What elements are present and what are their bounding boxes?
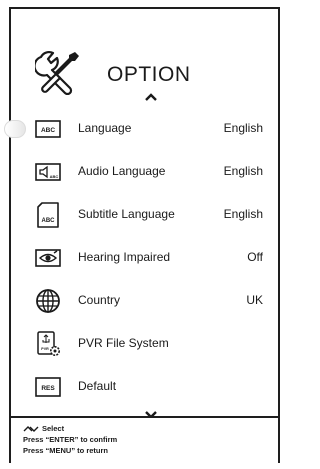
menu-item-pvr-file-system[interactable]: PVR PVR File System bbox=[11, 324, 278, 364]
navigation-arrows-icon bbox=[23, 426, 39, 432]
menu-item-default[interactable]: RES Default bbox=[11, 367, 278, 407]
menu-item-label: Default bbox=[78, 379, 117, 393]
menu-item-label: Hearing Impaired bbox=[78, 250, 171, 264]
menu-item-hearing-impaired[interactable]: Hearing Impaired Off bbox=[11, 238, 278, 278]
tools-icon bbox=[35, 50, 79, 95]
menu-item-language[interactable]: ABC Language English bbox=[4, 109, 278, 149]
menu-item-value: Off bbox=[247, 250, 263, 264]
res-icon: RES bbox=[35, 377, 61, 397]
svg-text:ABC: ABC bbox=[50, 174, 59, 179]
help-footer: Select Press “ENTER” to confirm Press “M… bbox=[11, 416, 278, 463]
menu-item-value: UK bbox=[246, 293, 263, 307]
menu-header: OPTION bbox=[11, 9, 278, 115]
abc-icon: ABC bbox=[35, 120, 61, 138]
menu-item-label: Country bbox=[78, 293, 121, 307]
subtitle-icon: ABC bbox=[37, 202, 59, 228]
menu-item-value: English bbox=[223, 164, 263, 178]
menu-item-audio-language[interactable]: ABC Audio Language English bbox=[11, 152, 278, 192]
select-hint: Select bbox=[42, 424, 65, 433]
return-hint: Press “MENU” to return bbox=[23, 446, 109, 455]
globe-icon bbox=[36, 289, 60, 313]
chevron-up-icon bbox=[145, 93, 157, 101]
menu-item-subtitle-language[interactable]: ABC Subtitle Language English bbox=[11, 195, 278, 235]
option-menu-panel: OPTION ABC Language English ABC Audio La… bbox=[4, 7, 280, 463]
svg-text:ABC: ABC bbox=[42, 218, 56, 224]
svg-text:RES: RES bbox=[41, 385, 55, 392]
menu-item-label: Language bbox=[78, 121, 132, 135]
svg-text:PVR: PVR bbox=[41, 347, 49, 351]
menu-item-label: PVR File System bbox=[78, 336, 169, 350]
selection-highlight bbox=[4, 120, 26, 138]
menu-item-value: English bbox=[223, 121, 263, 135]
menu-item-label: Audio Language bbox=[78, 164, 166, 178]
confirm-hint: Press “ENTER” to confirm bbox=[23, 435, 118, 444]
menu-title: OPTION bbox=[107, 63, 191, 86]
audio-language-icon: ABC bbox=[35, 163, 61, 181]
menu-item-label: Subtitle Language bbox=[78, 207, 175, 221]
usb-drive-icon: PVR bbox=[37, 331, 60, 356]
eye-icon bbox=[35, 249, 61, 267]
svg-text:ABC: ABC bbox=[41, 127, 55, 134]
menu-item-country[interactable]: Country UK bbox=[11, 281, 278, 321]
menu-item-value: English bbox=[223, 207, 263, 221]
